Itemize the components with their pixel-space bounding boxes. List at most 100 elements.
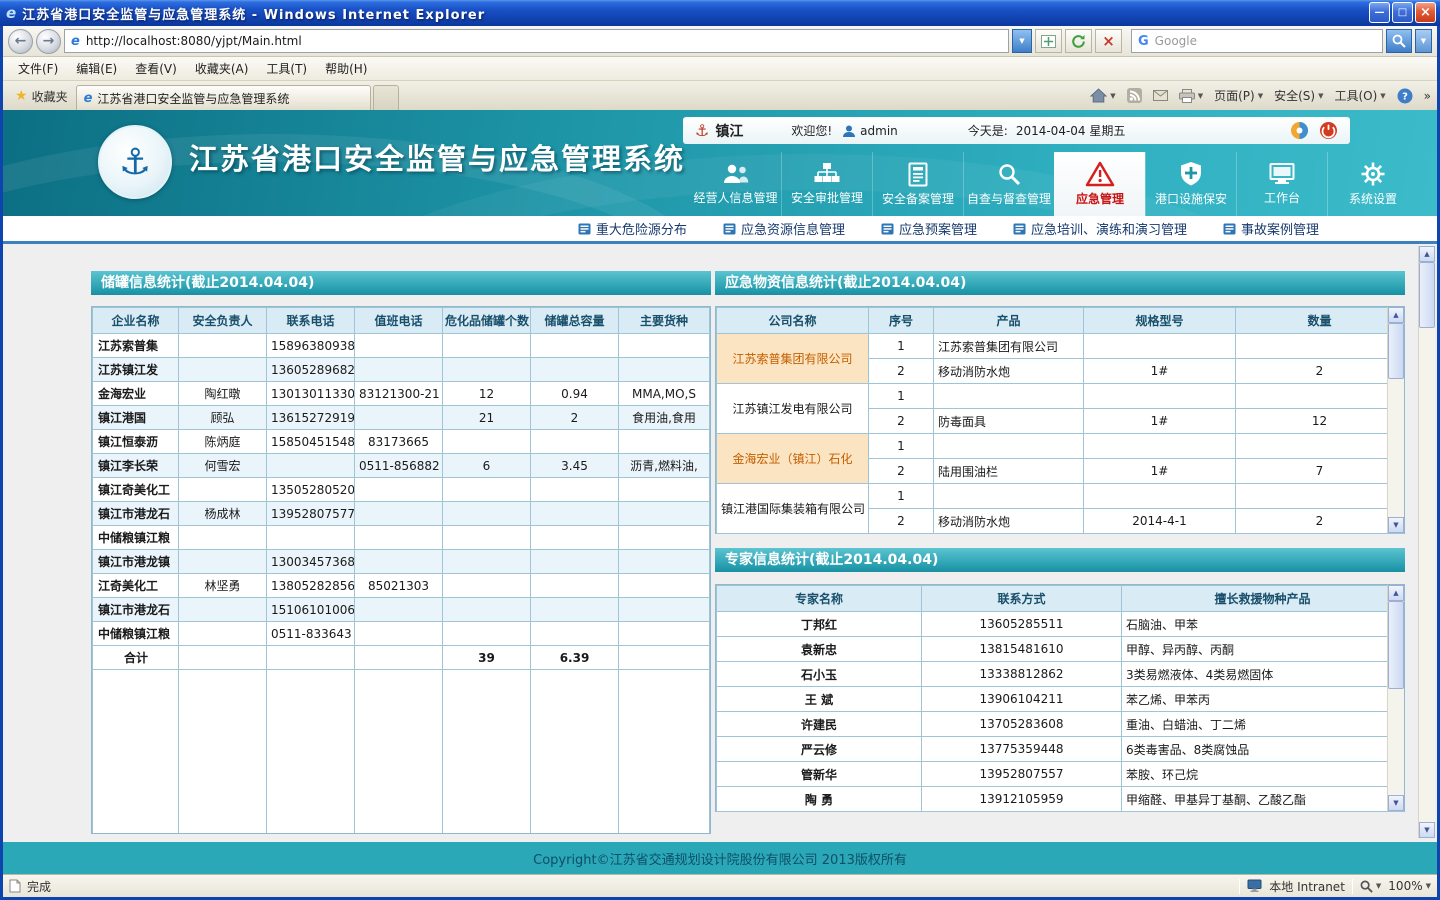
theme-switch-button[interactable] bbox=[1290, 121, 1309, 140]
print-button[interactable]: ▼ bbox=[1179, 89, 1203, 103]
column-header: 专家名称 bbox=[717, 586, 922, 612]
menubar-item-5[interactable]: 工具(T) bbox=[257, 58, 316, 79]
tools-menu-button[interactable]: 工具(O) ▼ bbox=[1334, 87, 1385, 104]
tank-row: 镇江李长荣何雪宏0511-85688263.45沥青,燃料油, bbox=[93, 454, 710, 478]
safety-menu-label: 安全(S) bbox=[1274, 87, 1315, 104]
safety-menu-button[interactable]: 安全(S) ▼ bbox=[1274, 87, 1323, 104]
subnav-item-2[interactable]: 应急资源信息管理 bbox=[723, 219, 845, 238]
chevron-down-icon: ▼ bbox=[1019, 37, 1024, 45]
rss-icon bbox=[1127, 88, 1142, 103]
scroll-up-button[interactable]: ▲ bbox=[1388, 307, 1404, 323]
user-strip: ⚓ 镇江 欢迎您! admin 今天是: 2014-04-04 星期五 bbox=[683, 117, 1350, 144]
scroll-down-button[interactable]: ▼ bbox=[1388, 795, 1404, 811]
menubar-item-2[interactable]: 编辑(E) bbox=[67, 58, 126, 79]
app-header: ⚓ 江苏省港口安全监管与应急管理系统 ⚓ 镇江 欢迎您! admin 今天是: … bbox=[3, 110, 1437, 216]
list-icon bbox=[881, 223, 894, 235]
date-value: 2014-04-04 星期五 bbox=[1016, 122, 1126, 139]
maximize-button[interactable]: □ bbox=[1392, 2, 1413, 23]
subnav-item-5[interactable]: 事故案例管理 bbox=[1223, 219, 1319, 238]
forward-button[interactable]: → bbox=[36, 29, 61, 54]
experts-panel: 专家名称联系方式擅长救援物种产品 丁邦红13605285511石脑油、甲苯袁新忠… bbox=[715, 584, 1405, 812]
experts-table: 专家名称联系方式擅长救援物种产品 丁邦红13605285511石脑油、甲苯袁新忠… bbox=[716, 585, 1404, 812]
search-button[interactable] bbox=[1386, 29, 1412, 53]
status-right: 本地 Intranet ▼ 100% ▼ bbox=[1239, 878, 1431, 895]
users-icon bbox=[722, 162, 750, 186]
subnav-item-1[interactable]: 重大危险源分布 bbox=[578, 219, 687, 238]
compatibility-view-button[interactable] bbox=[1035, 29, 1062, 53]
nav-item-gear[interactable]: 系统设置 bbox=[1327, 152, 1418, 216]
scroll-down-button[interactable]: ▼ bbox=[1419, 822, 1435, 838]
toolbar-overflow-button[interactable]: » bbox=[1424, 89, 1431, 103]
company-cell: 江苏镇江发电有限公司 bbox=[717, 384, 869, 434]
stop-button[interactable]: × bbox=[1095, 29, 1122, 53]
read-mail-button[interactable] bbox=[1153, 90, 1168, 101]
search-dropdown-button[interactable]: ▼ bbox=[1415, 29, 1432, 53]
nav-item-search[interactable]: 自查与督查管理 bbox=[963, 152, 1054, 216]
favorites-button[interactable]: ★ 收藏夹 bbox=[7, 84, 76, 108]
menubar-item-4[interactable]: 收藏夹(A) bbox=[186, 58, 258, 79]
minimize-button[interactable]: — bbox=[1369, 2, 1390, 23]
browser-tab[interactable]: e 江苏省港口安全监管与应急管理系统 bbox=[76, 85, 371, 110]
tools-menu-label: 工具(O) bbox=[1334, 87, 1377, 104]
expert-row: 陶 勇13912105959甲缩醛、甲基异丁基酮、乙酸乙酯 bbox=[717, 787, 1404, 812]
zoom-tool-button[interactable]: ▼ bbox=[1360, 880, 1381, 893]
stop-icon: × bbox=[1102, 34, 1115, 49]
nav-item-label: 系统设置 bbox=[1349, 190, 1397, 207]
address-dropdown-button[interactable]: ▼ bbox=[1012, 29, 1032, 53]
home-button[interactable]: ▼ bbox=[1090, 88, 1115, 103]
menubar-item-1[interactable]: 文件(F) bbox=[9, 58, 67, 79]
new-tab-button[interactable] bbox=[373, 85, 399, 110]
list-icon bbox=[723, 223, 736, 235]
expert-row: 石小玉133388128623类易燃液体、4类易燃固体 bbox=[717, 662, 1404, 687]
chevron-down-icon: ▼ bbox=[1258, 92, 1263, 100]
maximize-icon: □ bbox=[1398, 7, 1407, 18]
chevron-down-icon: ▼ bbox=[1110, 92, 1115, 100]
nav-item-monitor[interactable]: 工作台 bbox=[1236, 152, 1327, 216]
star-icon: ★ bbox=[15, 89, 28, 103]
close-button[interactable]: × bbox=[1415, 2, 1436, 23]
subnav-item-3[interactable]: 应急预案管理 bbox=[881, 219, 977, 238]
scroll-thumb[interactable] bbox=[1388, 323, 1404, 379]
nav-item-label: 港口设施保安 bbox=[1155, 190, 1227, 207]
nav-item-warning-triangle[interactable]: 应急管理 bbox=[1054, 152, 1145, 216]
experts-scrollbar: ▲ ▼ bbox=[1387, 585, 1404, 811]
search-input[interactable]: G Google bbox=[1131, 29, 1383, 53]
tab-title: 江苏省港口安全监管与应急管理系统 bbox=[97, 90, 289, 107]
refresh-button[interactable] bbox=[1065, 29, 1092, 53]
address-input[interactable]: e http://localhost:8080/yjpt/Main.html bbox=[64, 29, 1009, 53]
page-scrollbar: ▲ ▼ bbox=[1418, 246, 1435, 838]
nav-item-document[interactable]: 安全备案管理 bbox=[872, 152, 963, 216]
nav-item-shield[interactable]: 港口设施保安 bbox=[1145, 152, 1236, 216]
logout-button[interactable] bbox=[1319, 121, 1338, 140]
scroll-up-button[interactable]: ▲ bbox=[1419, 246, 1435, 262]
subnav-item-label: 应急资源信息管理 bbox=[741, 219, 845, 238]
status-text: 完成 bbox=[27, 878, 51, 895]
scroll-up-button[interactable]: ▲ bbox=[1388, 585, 1404, 601]
scroll-thumb[interactable] bbox=[1388, 601, 1404, 689]
chevron-down-icon: ▼ bbox=[1380, 92, 1385, 100]
menubar-item-6[interactable]: 帮助(H) bbox=[316, 58, 376, 79]
scroll-down-button[interactable]: ▼ bbox=[1388, 517, 1404, 533]
tank-row: 中储粮镇江粮 bbox=[93, 526, 710, 550]
app-title: 江苏省港口安全监管与应急管理系统 bbox=[189, 136, 685, 178]
nav-item-users[interactable]: 经营人信息管理 bbox=[690, 152, 781, 216]
subnav-item-4[interactable]: 应急培训、演练和演习管理 bbox=[1013, 219, 1187, 238]
nav-item-label: 自查与督查管理 bbox=[967, 190, 1051, 207]
window-title: 江苏省港口安全监管与应急管理系统 - Windows Internet Expl… bbox=[22, 4, 485, 23]
window-controls: — □ × bbox=[1369, 2, 1436, 23]
scroll-thumb[interactable] bbox=[1419, 262, 1435, 328]
gear-icon bbox=[1360, 161, 1386, 187]
back-button[interactable]: ← bbox=[8, 29, 33, 54]
nav-item-org-chart[interactable]: 安全审批管理 bbox=[781, 152, 872, 216]
theme-icon bbox=[1290, 121, 1309, 140]
mail-icon bbox=[1153, 90, 1168, 101]
page-menu-button[interactable]: 页面(P) ▼ bbox=[1214, 87, 1263, 104]
feeds-button[interactable] bbox=[1127, 88, 1142, 103]
help-button[interactable]: ? bbox=[1397, 88, 1413, 104]
nav-item-label: 安全备案管理 bbox=[882, 190, 954, 207]
tank-row: 江苏镇江发13605289682 bbox=[93, 358, 710, 382]
menubar-item-3[interactable]: 查看(V) bbox=[126, 58, 186, 79]
column-header: 序号 bbox=[869, 308, 934, 334]
minimize-icon: — bbox=[1375, 7, 1385, 18]
zoom-level-button[interactable]: 100% ▼ bbox=[1388, 879, 1431, 893]
